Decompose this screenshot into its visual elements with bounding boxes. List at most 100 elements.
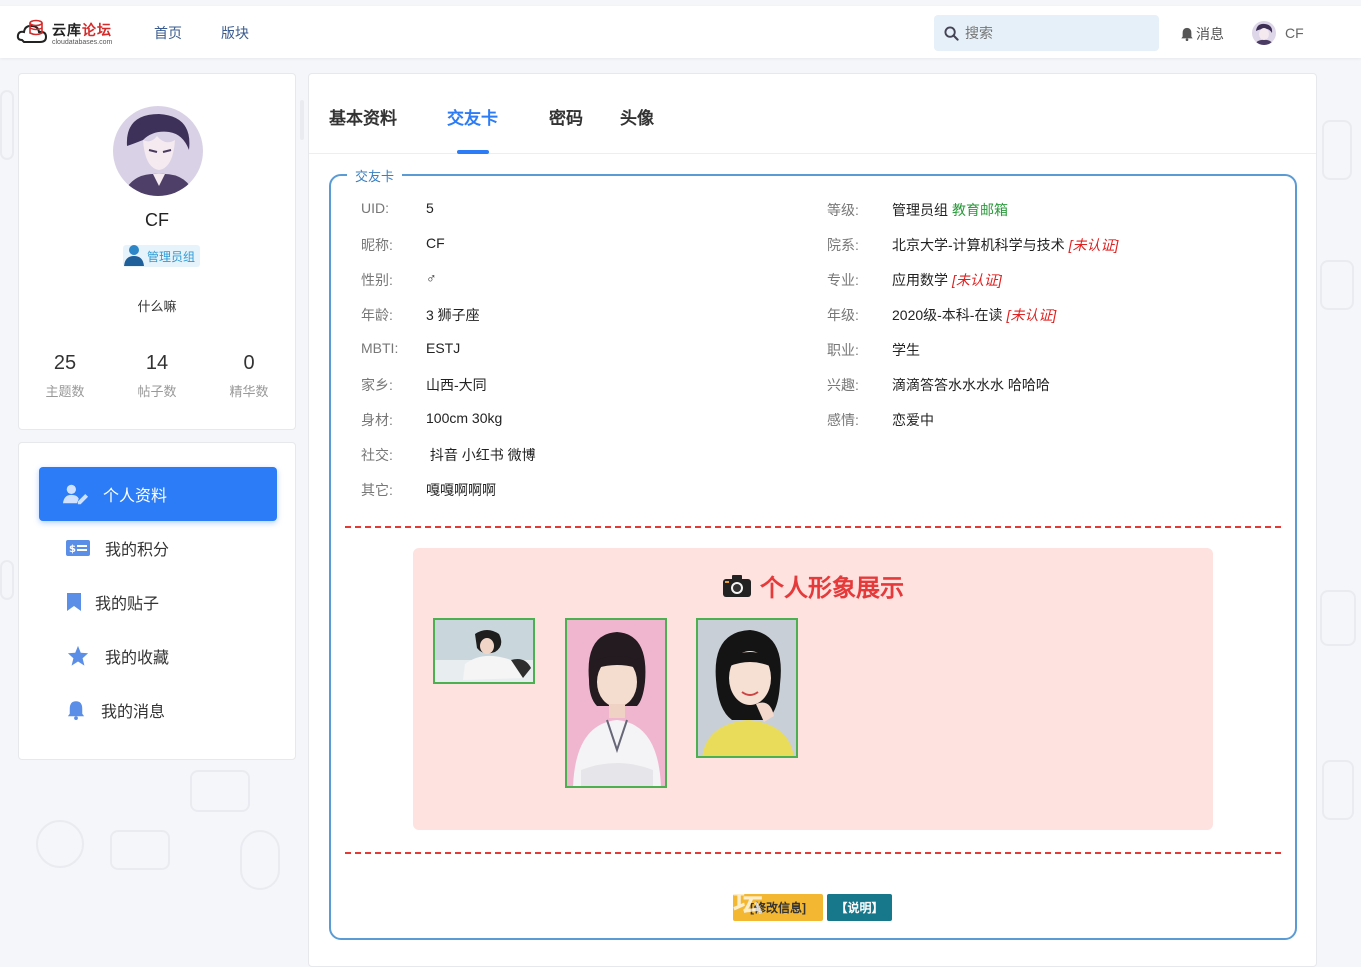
- field-hometown: 家乡: 山西-大同: [361, 375, 487, 395]
- active-tab-indicator: [457, 150, 489, 154]
- stat-topics-value: 25: [53, 352, 77, 374]
- unverified-flag: [未认证]: [1006, 307, 1057, 323]
- field-grade: 年级: 2020级-本科-在读 [未认证]: [827, 305, 1056, 325]
- field-interests-key: 兴趣:: [827, 377, 859, 393]
- showcase-photo[interactable]: [433, 618, 535, 684]
- field-mbti-value: ESTJ: [426, 340, 461, 356]
- stat-digests-value: 0: [243, 352, 255, 374]
- field-relationship-value: 恋爱中: [892, 412, 934, 428]
- menu-messages[interactable]: 我的消息: [39, 683, 277, 737]
- field-nickname-value: CF: [426, 235, 445, 251]
- field-gender-key: 性别:: [361, 272, 393, 288]
- photo-showcase: 个人形象展示: [413, 548, 1213, 830]
- menu-posts[interactable]: 我的贴子: [39, 575, 277, 629]
- field-social-value[interactable]: 抖音 小红书 微博: [426, 445, 536, 465]
- unverified-flag: [未认证]: [952, 272, 1002, 288]
- stat-posts-label: 帖子数: [137, 384, 177, 399]
- profile-card: CF 管理员组 什么嘛 25 主题数 14 帖子数 0 精华数: [18, 73, 296, 430]
- field-body: 身材: 100cm 30kg: [361, 410, 502, 430]
- field-nickname: 昵称: CF: [361, 235, 445, 255]
- stat-posts-value: 14: [145, 352, 169, 374]
- field-level-key: 等级:: [827, 202, 859, 218]
- field-hometown-key: 家乡:: [361, 377, 393, 393]
- field-age: 年龄: 3 狮子座: [361, 305, 480, 325]
- field-department: 院系: 北京大学-计算机科学与技术 [未认证]: [827, 235, 1118, 255]
- search-icon: [944, 25, 959, 41]
- bell-icon: [1181, 27, 1193, 41]
- tab-avatar[interactable]: 头像: [620, 104, 654, 129]
- field-gender-value: ♂: [426, 270, 437, 286]
- help-button[interactable]: 【说明】: [827, 894, 892, 921]
- stat-topics[interactable]: 25 主题数: [30, 352, 100, 400]
- bookmark-icon: [61, 589, 87, 615]
- field-relationship: 感情: 恋爱中: [827, 410, 934, 430]
- showcase-photo[interactable]: [696, 618, 798, 758]
- profile-avatar[interactable]: [113, 106, 203, 196]
- field-grade-key: 年级:: [827, 307, 859, 323]
- profile-tabs: 基本资料 交友卡 密码 头像: [309, 74, 1316, 154]
- field-occupation: 职业: 学生: [827, 340, 920, 360]
- stat-digests[interactable]: 0 精华数: [214, 352, 284, 400]
- logo-cloud-db-icon: [16, 18, 50, 48]
- menu-profile[interactable]: 个人资料: [39, 467, 277, 521]
- user-group-badge: 管理员组: [123, 245, 201, 267]
- field-major: 专业: 应用数学 [未认证]: [827, 270, 1002, 290]
- field-uid-key: UID:: [361, 200, 389, 216]
- field-interests-value: 滴滴答答水水水水 哈哈哈: [892, 377, 1050, 393]
- field-department-value: 北京大学-计算机科学与技术: [892, 237, 1065, 253]
- menu-points-label: 我的积分: [105, 542, 170, 559]
- messages-link[interactable]: 消息: [1180, 24, 1224, 44]
- divider-top: [345, 526, 1281, 528]
- friend-card-fieldset: 交友卡 UID: 5 昵称: CF 性别: ♂ 年龄: 3 狮子座 MBTI: …: [329, 166, 1297, 940]
- search-input[interactable]: [965, 25, 1145, 41]
- field-uid-value: 5: [426, 200, 434, 216]
- field-body-key: 身材:: [361, 412, 393, 428]
- field-other: 其它: 嘎嘎啊啊啊: [361, 480, 496, 500]
- main-panel: 基本资料 交友卡 密码 头像 交友卡 UID: 5 昵称: CF 性别: ♂ 年…: [308, 73, 1317, 967]
- user-menu: 个人资料 $ 我的积分 我的贴子 我的收藏 我的消息: [18, 442, 296, 760]
- search-box[interactable]: [934, 15, 1159, 51]
- field-occupation-value: 学生: [892, 342, 920, 358]
- logo-text-a: 云库: [52, 23, 82, 39]
- showcase-title-text: 个人形象展示: [760, 575, 904, 602]
- admin-user-icon: [124, 245, 144, 266]
- showcase-photo[interactable]: [565, 618, 667, 788]
- field-age-key: 年龄:: [361, 307, 393, 323]
- logo-domain: cloudatabases.com: [52, 39, 113, 46]
- site-logo[interactable]: 云库论坛 cloudatabases.com: [16, 16, 120, 50]
- profile-signature: 什么嘛: [137, 299, 177, 314]
- svg-text:$: $: [69, 544, 76, 555]
- menu-posts-label: 我的贴子: [95, 596, 160, 613]
- bell-icon: [63, 697, 89, 723]
- field-level: 等级: 管理员组 教育邮箱: [827, 200, 1008, 220]
- header-username[interactable]: CF: [1285, 25, 1304, 41]
- field-hometown-value: 山西-大同: [426, 377, 487, 393]
- stat-topics-label: 主题数: [45, 384, 85, 399]
- nav-home[interactable]: 首页: [154, 23, 182, 43]
- user-avatar[interactable]: [1252, 21, 1276, 45]
- stat-digests-label: 精华数: [229, 384, 269, 399]
- field-nickname-key: 昵称:: [361, 237, 393, 253]
- stat-posts[interactable]: 14 帖子数: [122, 352, 192, 400]
- tab-basic-info[interactable]: 基本资料: [329, 104, 397, 129]
- field-level-value: 管理员组: [892, 202, 948, 218]
- money-icon: $: [65, 535, 91, 561]
- menu-favorites[interactable]: 我的收藏: [39, 629, 277, 683]
- field-interests: 兴趣: 滴滴答答水水水水 哈哈哈: [827, 375, 1050, 395]
- site-watermark: 云库论坛: [631, 884, 767, 919]
- field-social-key: 社交:: [361, 447, 393, 463]
- field-other-key: 其它:: [361, 482, 393, 498]
- menu-favorites-label: 我的收藏: [105, 650, 170, 667]
- nav-forums[interactable]: 版块: [221, 23, 249, 43]
- profile-name: CF: [145, 210, 169, 230]
- menu-points[interactable]: $ 我的积分: [39, 521, 277, 575]
- field-gender: 性别: ♂: [361, 270, 437, 290]
- field-mbti-key: MBTI:: [361, 340, 399, 356]
- field-major-key: 专业:: [827, 272, 859, 288]
- tab-password[interactable]: 密码: [549, 104, 583, 129]
- edu-email-tag: 教育邮箱: [952, 202, 1008, 218]
- tab-friend-card[interactable]: 交友卡: [447, 104, 498, 129]
- field-mbti: MBTI: ESTJ: [361, 340, 460, 356]
- field-occupation-key: 职业:: [827, 342, 859, 358]
- field-social: 社交: 抖音 小红书 微博: [361, 445, 536, 465]
